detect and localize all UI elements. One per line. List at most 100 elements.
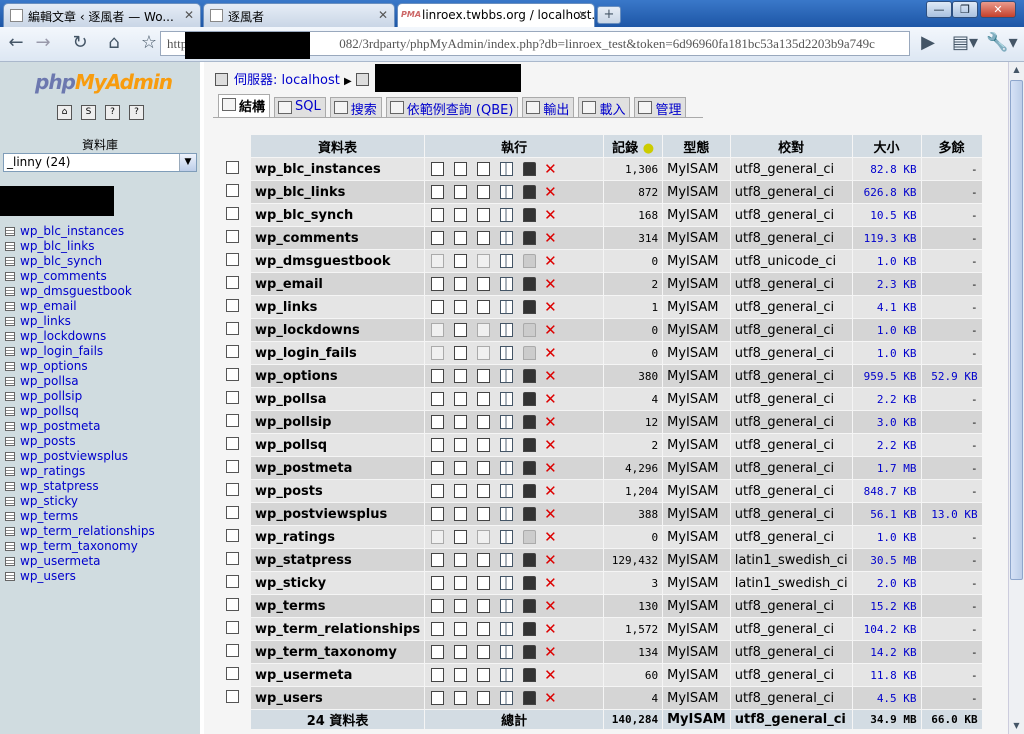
size-cell[interactable]: 2.3 KB	[852, 273, 921, 295]
browse-icon[interactable]	[431, 645, 445, 659]
empty-icon[interactable]	[523, 254, 537, 268]
sidebar-item[interactable]: wp_links	[5, 314, 155, 329]
row-checkbox[interactable]	[225, 252, 239, 266]
row-checkbox[interactable]	[225, 666, 239, 680]
table-name[interactable]: wp_terms	[251, 595, 425, 617]
table-browse-icon[interactable]	[5, 482, 15, 491]
sidebar-item-label[interactable]: wp_term_relationships	[20, 524, 155, 538]
table-name[interactable]: wp_email	[251, 273, 425, 295]
table-name[interactable]: wp_postviewsplus	[251, 503, 425, 525]
insert-icon[interactable]	[500, 461, 514, 475]
browse-icon[interactable]	[431, 254, 445, 268]
table-browse-icon[interactable]	[5, 392, 15, 401]
drop-icon[interactable]: ✕	[544, 597, 557, 615]
drop-icon[interactable]: ✕	[544, 643, 557, 661]
browse-icon[interactable]	[431, 507, 445, 521]
row-checkbox[interactable]	[225, 505, 239, 519]
drop-icon[interactable]: ✕	[544, 551, 557, 569]
search-icon[interactable]	[477, 576, 491, 590]
insert-icon[interactable]	[500, 438, 514, 452]
table-browse-icon[interactable]	[5, 422, 15, 431]
empty-icon[interactable]	[523, 185, 537, 199]
row-checkbox[interactable]	[225, 160, 239, 174]
size-cell[interactable]: 11.8 KB	[852, 664, 921, 686]
browse-icon[interactable]	[431, 484, 445, 498]
sidebar-item[interactable]: wp_term_taxonomy	[5, 539, 155, 554]
sidebar-item[interactable]: wp_blc_synch	[5, 254, 155, 269]
go-button[interactable]: ▶	[916, 31, 940, 55]
drop-icon[interactable]: ✕	[544, 413, 557, 431]
empty-icon[interactable]	[523, 392, 537, 406]
structure-icon[interactable]	[454, 553, 468, 567]
size-cell[interactable]: 2.2 KB	[852, 434, 921, 456]
close-tab-icon[interactable]: ✕	[378, 8, 388, 22]
row-checkbox[interactable]	[225, 367, 239, 381]
sidebar-item-label[interactable]: wp_postmeta	[20, 419, 100, 433]
empty-icon[interactable]	[523, 277, 537, 291]
sidebar-item-label[interactable]: wp_pollsa	[20, 374, 79, 388]
structure-icon[interactable]	[454, 277, 468, 291]
search-icon[interactable]	[477, 254, 491, 268]
structure-icon[interactable]	[454, 300, 468, 314]
size-cell[interactable]: 104.2 KB	[852, 618, 921, 640]
size-cell[interactable]: 1.0 KB	[852, 342, 921, 364]
empty-icon[interactable]	[523, 553, 537, 567]
sidebar-item[interactable]: wp_lockdowns	[5, 329, 155, 344]
size-cell[interactable]: 4.5 KB	[852, 687, 921, 709]
table-browse-icon[interactable]	[5, 512, 15, 521]
sidebar-item[interactable]: wp_term_relationships	[5, 524, 155, 539]
table-browse-icon[interactable]	[5, 497, 15, 506]
empty-icon[interactable]	[523, 323, 537, 337]
structure-icon[interactable]	[454, 185, 468, 199]
structure-icon[interactable]	[454, 668, 468, 682]
insert-icon[interactable]	[500, 369, 514, 383]
browse-icon[interactable]	[431, 530, 445, 544]
structure-icon[interactable]	[454, 530, 468, 544]
insert-icon[interactable]	[500, 507, 514, 521]
empty-icon[interactable]	[523, 346, 537, 360]
sidebar-item[interactable]: wp_usermeta	[5, 554, 155, 569]
sidebar-item[interactable]: wp_statpress	[5, 479, 155, 494]
sidebar-item[interactable]: wp_pollsip	[5, 389, 155, 404]
structure-icon[interactable]	[454, 369, 468, 383]
table-name[interactable]: wp_pollsa	[251, 388, 425, 410]
sidebar-item[interactable]: wp_email	[5, 299, 155, 314]
table-name[interactable]: wp_blc_synch	[251, 204, 425, 226]
sidebar-item-label[interactable]: wp_blc_instances	[20, 224, 124, 238]
browse-icon[interactable]	[431, 553, 445, 567]
browse-icon[interactable]	[431, 668, 445, 682]
drop-icon[interactable]: ✕	[544, 505, 557, 523]
insert-icon[interactable]	[500, 599, 514, 613]
browse-icon[interactable]	[431, 369, 445, 383]
drop-icon[interactable]: ✕	[544, 206, 557, 224]
wrench-menu-icon[interactable]: 🔧▾	[986, 31, 1018, 55]
table-name[interactable]: wp_ratings	[251, 526, 425, 548]
bookmark-star-icon[interactable]: ☆	[137, 31, 161, 55]
sidebar-item[interactable]: wp_pollsa	[5, 374, 155, 389]
structure-icon[interactable]	[454, 392, 468, 406]
home-icon[interactable]: ⌂	[57, 105, 72, 120]
search-icon[interactable]	[477, 461, 491, 475]
table-name[interactable]: wp_options	[251, 365, 425, 387]
table-name[interactable]: wp_posts	[251, 480, 425, 502]
insert-icon[interactable]	[500, 254, 514, 268]
table-browse-icon[interactable]	[5, 377, 15, 386]
table-browse-icon[interactable]	[5, 542, 15, 551]
header-records[interactable]: 記錄 ●	[604, 135, 663, 157]
server-label[interactable]: 伺服器:	[234, 73, 277, 88]
insert-icon[interactable]	[500, 277, 514, 291]
table-browse-icon[interactable]	[5, 572, 15, 581]
size-cell[interactable]: 1.0 KB	[852, 250, 921, 272]
sidebar-item[interactable]: wp_sticky	[5, 494, 155, 509]
row-checkbox[interactable]	[225, 482, 239, 496]
drop-icon[interactable]: ✕	[544, 229, 557, 247]
browse-icon[interactable]	[431, 415, 445, 429]
drop-icon[interactable]: ✕	[544, 160, 557, 178]
structure-icon[interactable]	[454, 484, 468, 498]
insert-icon[interactable]	[500, 553, 514, 567]
structure-icon[interactable]	[454, 691, 468, 705]
sidebar-item-label[interactable]: wp_login_fails	[20, 344, 103, 358]
drop-icon[interactable]: ✕	[544, 390, 557, 408]
drop-icon[interactable]: ✕	[544, 344, 557, 362]
empty-icon[interactable]	[523, 691, 537, 705]
